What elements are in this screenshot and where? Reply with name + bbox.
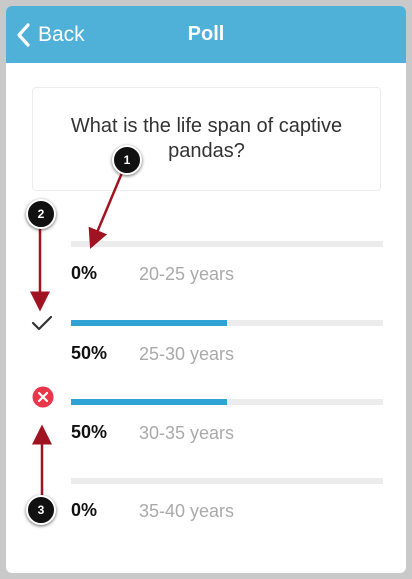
- result-bar-fill: [71, 399, 227, 405]
- answer-label: 30-35 years: [139, 423, 235, 443]
- callout-badge-1: 1: [112, 145, 142, 175]
- percent-label: 0%: [71, 500, 98, 520]
- percent-label: 50%: [71, 422, 108, 442]
- poll-option[interactable]: 50% 30-35 years: [6, 386, 406, 474]
- poll-option[interactable]: 0% 20-25 years: [6, 236, 406, 316]
- percent-label: 50%: [71, 343, 108, 363]
- percent-label: 0%: [71, 263, 98, 283]
- question-text: What is the life span of captive pandas?: [70, 115, 343, 162]
- answer-label: 20-25 years: [139, 264, 235, 284]
- callout-badge-3: 3: [26, 495, 56, 525]
- back-label: Back: [38, 22, 85, 46]
- callout-badge-2: 2: [26, 199, 56, 229]
- answer-label: 25-30 years: [139, 344, 235, 364]
- result-bar-fill: [71, 320, 227, 326]
- chevron-left-icon: [17, 22, 30, 47]
- x-circle-icon: [32, 386, 54, 408]
- app-screen: Back Poll What is the life span of capti…: [6, 6, 406, 573]
- answer-label: 35-40 years: [139, 501, 235, 521]
- result-bar-track: [71, 399, 383, 405]
- result-bar-track: [71, 241, 383, 247]
- question-card: What is the life span of captive pandas?: [32, 87, 381, 191]
- poll-option[interactable]: 50% 25-30 years: [6, 315, 406, 395]
- navbar: Back Poll: [6, 6, 406, 63]
- result-bar-track: [71, 478, 383, 484]
- back-button[interactable]: Back: [16, 6, 85, 63]
- checkmark-icon: [31, 315, 53, 331]
- result-bar-track: [71, 320, 383, 326]
- poll-option[interactable]: 0% 35-40 years: [6, 478, 406, 558]
